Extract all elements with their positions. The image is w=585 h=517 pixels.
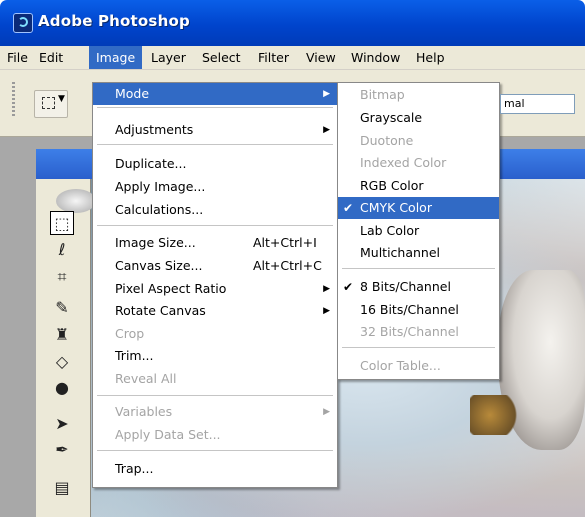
title-bar: Adobe Photoshop: [0, 0, 585, 46]
path-selection-icon[interactable]: ➤: [50, 411, 74, 435]
mode-item-duotone[interactable]: Duotone: [338, 130, 499, 152]
image-menu: Mode ▶ Adjustments ▶ Duplicate... Apply …: [92, 82, 338, 488]
menu-separator: [97, 225, 333, 226]
menu-separator: [342, 268, 495, 269]
tool-preset-picker[interactable]: ▼: [34, 90, 68, 118]
menu-separator: [97, 395, 333, 396]
clone-stamp-icon[interactable]: ♜: [50, 322, 74, 346]
menu-item-adjustments[interactable]: Adjustments ▶: [93, 119, 337, 141]
menu-separator: [97, 450, 333, 451]
window-title: Adobe Photoshop: [38, 12, 190, 30]
menu-item-trap[interactable]: Trap...: [93, 458, 337, 480]
submenu-arrow-icon: ▶: [323, 407, 330, 417]
menu-item-rotate-canvas[interactable]: Rotate Canvas ▶: [93, 300, 337, 322]
menu-layer[interactable]: Layer: [144, 46, 193, 69]
mode-item-grayscale[interactable]: Grayscale: [338, 107, 499, 129]
toolbox: ⬚ ℓ ⌗ ✎ ♜ ◇ ● ➤ ✒ ▤: [36, 179, 96, 517]
menu-item-crop[interactable]: Crop: [93, 323, 337, 345]
mode-item-8-bits[interactable]: ✔ 8 Bits/Channel: [338, 276, 499, 298]
rectangular-marquee-icon: [42, 97, 55, 109]
menu-file[interactable]: File: [0, 46, 35, 69]
notes-tool-icon[interactable]: ▤: [50, 475, 74, 499]
menu-item-mode[interactable]: Mode ▶: [93, 83, 337, 105]
chevron-down-icon: ▼: [58, 94, 65, 104]
checkmark-icon: ✔: [343, 280, 354, 294]
menu-item-apply-data-set[interactable]: Apply Data Set...: [93, 424, 337, 446]
mode-submenu: Bitmap Grayscale Duotone Indexed Color R…: [337, 82, 500, 380]
blend-mode-field[interactable]: mal: [500, 94, 575, 114]
photoshop-app-icon[interactable]: [13, 13, 33, 33]
menu-bar: File Edit Image Layer Select Filter View…: [0, 46, 585, 70]
menu-item-variables[interactable]: Variables ▶: [93, 401, 337, 423]
crop-tool-icon[interactable]: ⌗: [50, 265, 74, 289]
menu-window[interactable]: Window: [344, 46, 407, 69]
marquee-tool-icon[interactable]: ⬚: [50, 211, 74, 235]
mode-item-color-table[interactable]: Color Table...: [338, 355, 499, 377]
menu-item-duplicate[interactable]: Duplicate...: [93, 153, 337, 175]
lasso-tool-icon[interactable]: ℓ: [50, 237, 74, 261]
menu-item-calculations[interactable]: Calculations...: [93, 199, 337, 221]
eraser-tool-icon[interactable]: ◇: [50, 349, 74, 373]
artwork-detail: [470, 395, 520, 435]
menu-item-pixel-aspect-ratio[interactable]: Pixel Aspect Ratio ▶: [93, 278, 337, 300]
menu-image[interactable]: Image: [89, 46, 143, 69]
menu-item-trim[interactable]: Trim...: [93, 345, 337, 367]
toolbar-grip[interactable]: [12, 82, 15, 116]
menu-item-image-size[interactable]: Image Size... Alt+Ctrl+I: [93, 232, 337, 254]
menu-separator: [97, 107, 333, 108]
mode-item-16-bits[interactable]: 16 Bits/Channel: [338, 299, 499, 321]
mode-item-bitmap[interactable]: Bitmap: [338, 84, 499, 106]
submenu-arrow-icon: ▶: [323, 306, 330, 316]
menu-item-apply-image[interactable]: Apply Image...: [93, 176, 337, 198]
menu-separator: [97, 144, 333, 145]
submenu-arrow-icon: ▶: [323, 89, 330, 99]
mode-item-lab-color[interactable]: Lab Color: [338, 220, 499, 242]
checkmark-icon: ✔: [343, 201, 354, 215]
menu-filter[interactable]: Filter: [251, 46, 296, 69]
menu-edit[interactable]: Edit: [32, 46, 70, 69]
menu-separator: [342, 347, 495, 348]
mode-item-indexed-color[interactable]: Indexed Color: [338, 152, 499, 174]
mode-item-cmyk-color[interactable]: ✔ CMYK Color: [338, 197, 499, 219]
mode-item-rgb-color[interactable]: RGB Color: [338, 175, 499, 197]
menu-help[interactable]: Help: [409, 46, 452, 69]
toolbox-logo: [56, 189, 96, 213]
submenu-arrow-icon: ▶: [323, 125, 330, 135]
menu-select[interactable]: Select: [195, 46, 248, 69]
healing-brush-icon[interactable]: ✎: [50, 295, 74, 319]
mode-item-32-bits[interactable]: 32 Bits/Channel: [338, 321, 499, 343]
pen-tool-icon[interactable]: ✒: [50, 437, 74, 461]
menu-item-reveal-all[interactable]: Reveal All: [93, 368, 337, 390]
menu-item-canvas-size[interactable]: Canvas Size... Alt+Ctrl+C: [93, 255, 337, 277]
blur-tool-icon[interactable]: ●: [50, 375, 74, 399]
mode-item-multichannel[interactable]: Multichannel: [338, 242, 499, 264]
menu-view[interactable]: View: [299, 46, 343, 69]
submenu-arrow-icon: ▶: [323, 284, 330, 294]
